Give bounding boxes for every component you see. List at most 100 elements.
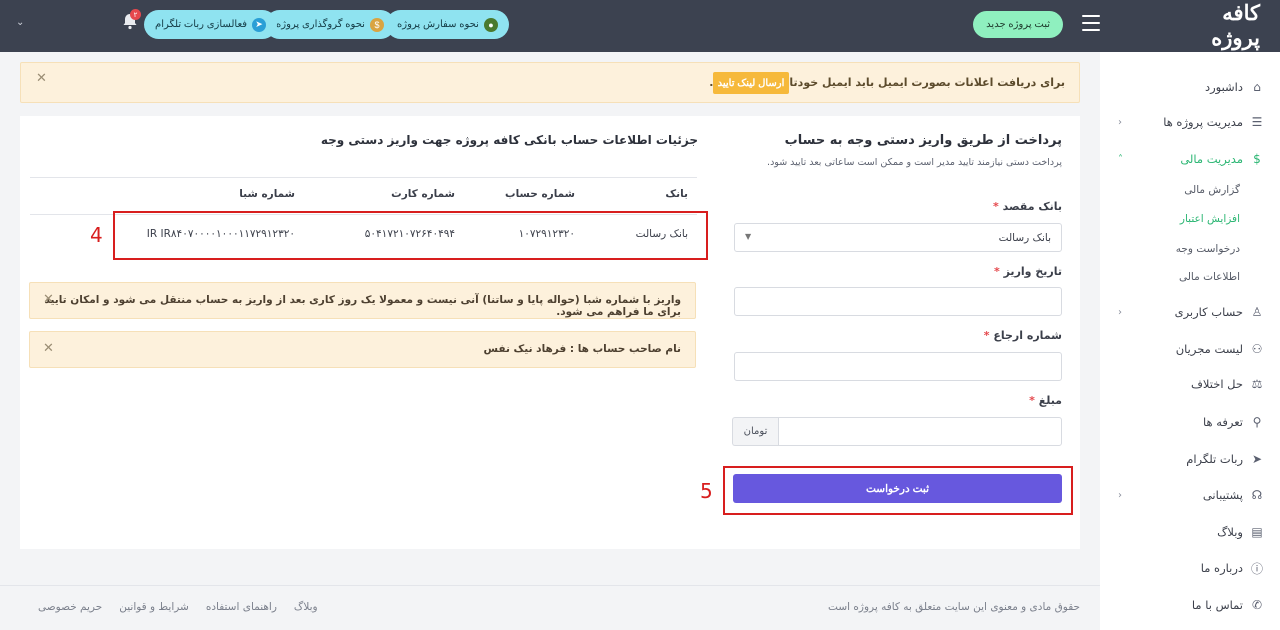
- list-icon: ☰: [1251, 115, 1263, 129]
- sidebar-item-label: لیست مجریان: [1175, 342, 1243, 356]
- top-navbar: کافه پروژه ثبت پروژه جدید ● نحوه سفارش پ…: [0, 0, 1280, 52]
- hamburger-menu-icon[interactable]: [1082, 15, 1100, 31]
- notification-bell-icon[interactable]: ۲: [119, 9, 141, 32]
- amount-input-group: تومان: [732, 417, 1062, 446]
- sidebar-item-label: درباره ما: [1200, 561, 1243, 575]
- sidebar-item-label: تعرفه ها: [1203, 415, 1243, 429]
- required-mark: *: [993, 265, 1000, 278]
- dest-bank-select[interactable]: بانک رسالت ▼: [734, 223, 1062, 252]
- required-mark: *: [983, 329, 990, 342]
- dollar-icon: $: [1253, 152, 1261, 166]
- sidebar-item-label: حل اختلاف: [1190, 377, 1243, 391]
- chevron-down-icon[interactable]: ⌄: [16, 17, 24, 28]
- telegram-icon: ➤: [1251, 452, 1263, 466]
- footer-links: وبلاگ راهنمای استفاده شرایط و قوانین حری…: [38, 601, 318, 613]
- sidebar-item-dashboard[interactable]: ⌂ داشبورد: [1100, 74, 1280, 100]
- users-icon: ⚇: [1251, 342, 1263, 356]
- email-verification-alert: برای دریافت اعلانات بصورت ایمیل باید ایم…: [20, 62, 1080, 103]
- caret-down-icon: ▼: [745, 232, 752, 241]
- chevron-left-icon: ‹: [1118, 306, 1122, 318]
- sidebar-subitem-financial-info[interactable]: اطلاعات مالی: [1100, 267, 1280, 287]
- dest-bank-label: بانک مقصد *: [993, 200, 1062, 213]
- annotation-number-5: 5: [700, 479, 713, 503]
- sidebar-item-label: تماس با ما: [1191, 598, 1243, 612]
- reference-number-input[interactable]: [734, 352, 1062, 381]
- required-mark: *: [992, 200, 999, 213]
- sidebar-subitem-financial-report[interactable]: گزارش مالی: [1100, 180, 1280, 200]
- amount-input[interactable]: [778, 417, 1062, 446]
- column-header-sheba: شماره شبا: [239, 188, 295, 200]
- sidebar-item-contact[interactable]: ✆ تماس با ما: [1100, 592, 1280, 618]
- phone-icon: ✆: [1251, 598, 1263, 612]
- footer-link-guide[interactable]: راهنمای استفاده: [206, 601, 277, 613]
- footer-link-privacy[interactable]: حریم خصوصی: [38, 601, 102, 613]
- sidebar-item-dispute[interactable]: ⚖ حل اختلاف: [1100, 371, 1280, 397]
- dest-bank-selected-value: بانک رسالت: [998, 231, 1051, 244]
- tag-icon: ⚲: [1252, 415, 1262, 429]
- required-mark: *: [1029, 394, 1035, 407]
- sidebar-item-label: حساب کاربری: [1174, 305, 1243, 319]
- annotation-box-4: [113, 211, 708, 260]
- footer-copyright: حقوق مادی و معنوی این سایت متعلق به کافه…: [828, 601, 1080, 613]
- close-icon[interactable]: ✕: [43, 292, 54, 307]
- order-guide-label: نحوه سفارش پروژه: [397, 19, 479, 30]
- table-header: [30, 177, 697, 215]
- headset-icon: ☊: [1251, 488, 1263, 502]
- currency-addon: تومان: [732, 417, 778, 446]
- brand-logo[interactable]: کافه پروژه: [1180, 0, 1260, 50]
- sidebar-item-about[interactable]: ⓘ درباره ما: [1100, 555, 1280, 581]
- sidebar-item-label: داشبورد: [1204, 80, 1243, 94]
- sheba-note-text: واریز با شماره شبا (حواله پایا و ساتنا) …: [44, 294, 681, 318]
- owner-note-text: نام صاحب حساب ها : فرهاد نیک نفس: [483, 343, 681, 355]
- amount-label: مبلغ *: [1029, 394, 1062, 407]
- home-icon: ⌂: [1253, 80, 1261, 94]
- sidebar-item-label: پشتیبانی: [1202, 488, 1243, 502]
- column-header-account: شماره حساب: [505, 188, 575, 200]
- sidebar-item-support[interactable]: ☊ پشتیبانی ‹: [1100, 482, 1280, 508]
- column-header-bank: بانک: [665, 188, 688, 200]
- guide-icon: ●: [483, 17, 498, 32]
- sidebar-item-telegram-bot[interactable]: ➤ ربات تلگرام: [1100, 446, 1280, 472]
- telegram-icon: ➤: [252, 17, 267, 32]
- send-verification-link-button[interactable]: ارسال لینک تایید: [713, 72, 789, 94]
- telegram-bot-button[interactable]: ➤ فعالسازی ربات تلگرام: [144, 10, 278, 39]
- close-icon[interactable]: ✕: [36, 71, 47, 86]
- footer-link-blog[interactable]: وبلاگ: [294, 601, 318, 613]
- chevron-up-icon: ˄: [1118, 153, 1123, 165]
- order-guide-button[interactable]: ● نحوه سفارش پروژه: [386, 10, 509, 39]
- payment-card: پرداخت از طریق واریز دستی وجه به حساب پر…: [20, 116, 1080, 549]
- blog-icon: ▤: [1251, 525, 1263, 539]
- sidebar-item-tariffs[interactable]: ⚲ تعرفه ها: [1100, 409, 1280, 435]
- footer-link-terms[interactable]: شرایط و قوانین: [119, 601, 189, 613]
- sidebar-item-label: مدیریت پروژه ها: [1163, 115, 1243, 129]
- sidebar-subitem-withdraw-request[interactable]: درخواست وجه: [1100, 239, 1280, 259]
- escrow-guide-button[interactable]: $ نحوه گروگذاری پروژه: [265, 10, 395, 39]
- notification-badge: ۲: [130, 9, 141, 20]
- sidebar-item-account[interactable]: ♙ حساب کاربری ‹: [1100, 299, 1280, 325]
- sidebar-item-label: وبلاگ: [1217, 525, 1243, 539]
- sidebar-item-label: ربات تلگرام: [1186, 452, 1243, 466]
- sidebar-subitem-increase-credit[interactable]: افزایش اعتبار: [1100, 209, 1280, 229]
- deposit-date-label: تاریخ واریز *: [994, 265, 1062, 278]
- sidebar-item-label: مدیریت مالی: [1180, 152, 1243, 166]
- owner-note-alert: نام صاحب حساب ها : فرهاد نیک نفس ✕: [29, 331, 696, 368]
- chevron-left-icon: ‹: [1118, 489, 1122, 501]
- deposit-date-input[interactable]: [734, 287, 1062, 316]
- sidebar-item-freelancers[interactable]: ⚇ لیست مجریان: [1100, 336, 1280, 362]
- footer-divider: [0, 585, 1100, 586]
- sidebar-item-projects[interactable]: ☰ مدیریت پروژه ها ‹: [1100, 109, 1280, 135]
- annotation-number-4: 4: [90, 223, 103, 247]
- escrow-guide-label: نحوه گروگذاری پروژه: [276, 19, 365, 30]
- reference-label-text: شماره ارجاع: [993, 329, 1062, 342]
- sidebar-item-blog[interactable]: ▤ وبلاگ: [1100, 519, 1280, 545]
- sidebar-item-finance[interactable]: $ مدیریت مالی ˄: [1100, 146, 1280, 172]
- sheba-note-alert: واریز با شماره شبا (حواله پایا و ساتنا) …: [29, 282, 696, 319]
- user-icon: ♙: [1251, 305, 1263, 319]
- dest-bank-label-text: بانک مقصد: [1002, 200, 1062, 213]
- telegram-bot-label: فعالسازی ربات تلگرام: [155, 19, 248, 30]
- form-subtitle: پرداخت دستی نیازمند تایید مدیر است و ممک…: [767, 157, 1062, 168]
- annotation-box-5: [723, 466, 1073, 515]
- chevron-left-icon: ‹: [1118, 116, 1122, 128]
- close-icon[interactable]: ✕: [43, 341, 54, 356]
- new-project-button[interactable]: ثبت پروژه جدید: [973, 11, 1063, 38]
